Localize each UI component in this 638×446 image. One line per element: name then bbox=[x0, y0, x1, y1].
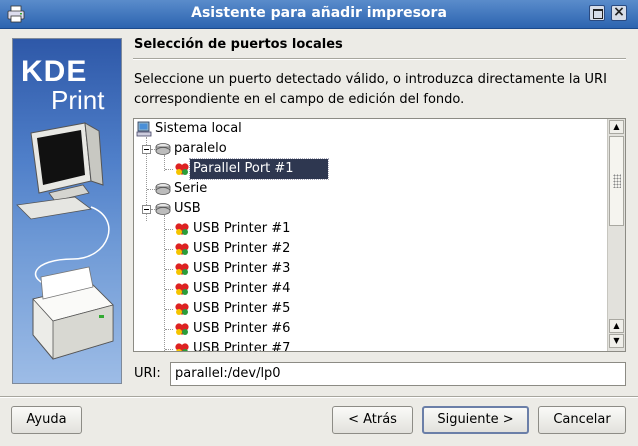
tree-connector bbox=[164, 215, 165, 351]
port-icon bbox=[155, 203, 171, 215]
kdeprint-side-banner: KDE Print bbox=[12, 38, 122, 384]
tree-item-label: USB Printer #3 bbox=[193, 261, 291, 276]
port-device-icon bbox=[175, 303, 189, 315]
tree-scrollbar[interactable]: ▲ ▲ ▼ bbox=[607, 119, 625, 351]
tree-connector bbox=[165, 309, 173, 310]
port-device-icon bbox=[175, 343, 189, 351]
port-device-icon bbox=[175, 163, 189, 175]
tree-connector bbox=[165, 289, 173, 290]
tree-connector bbox=[165, 249, 173, 250]
tree-item-label: Parallel Port #1 bbox=[189, 158, 329, 180]
tree-item-label: USB Printer #2 bbox=[193, 241, 291, 256]
scroll-down-button[interactable]: ▼ bbox=[609, 334, 624, 348]
arrow-down-icon: ▼ bbox=[613, 336, 620, 345]
title-bar[interactable]: Asistente para añadir impresora × bbox=[0, 0, 638, 29]
port-tree[interactable]: Sistema local paralelo Parallel Port #1 bbox=[133, 118, 626, 352]
footer-divider bbox=[0, 396, 638, 398]
tree-item-label: Sistema local bbox=[155, 121, 242, 136]
tree-item-label: USB Printer #1 bbox=[193, 221, 291, 236]
window-title: Asistente para añadir impresora bbox=[191, 5, 447, 21]
maximize-button[interactable] bbox=[589, 5, 605, 21]
scroll-thumb[interactable] bbox=[609, 136, 624, 226]
tree-item-label: paralelo bbox=[174, 141, 227, 156]
cancel-button[interactable]: Cancelar bbox=[538, 406, 626, 434]
help-button[interactable]: Ayuda bbox=[11, 406, 82, 434]
uri-label: URI: bbox=[134, 366, 161, 381]
port-device-icon bbox=[175, 263, 189, 275]
scroll-up-button[interactable]: ▲ bbox=[609, 120, 624, 134]
tree-connector bbox=[165, 269, 173, 270]
close-icon: × bbox=[613, 4, 625, 20]
tree-connector bbox=[165, 329, 173, 330]
port-device-icon bbox=[175, 323, 189, 335]
logo-kde-text: KDE bbox=[21, 55, 88, 88]
tree-connector bbox=[165, 169, 173, 170]
port-icon bbox=[155, 183, 171, 195]
arrow-up-icon: ▲ bbox=[613, 122, 620, 131]
section-divider bbox=[133, 58, 626, 60]
port-device-icon bbox=[175, 223, 189, 235]
tree-item-label: USB Printer #6 bbox=[193, 321, 291, 336]
tree-item-label: USB Printer #4 bbox=[193, 281, 291, 296]
tree-item-label: Serie bbox=[174, 181, 208, 196]
add-printer-wizard-window: Asistente para añadir impresora × KDE Pr… bbox=[0, 0, 638, 446]
scroll-up-button-2[interactable]: ▲ bbox=[609, 319, 624, 333]
section-title: Selección de puertos locales bbox=[134, 37, 343, 52]
close-button[interactable]: × bbox=[611, 4, 627, 21]
tree-item-label: USB Printer #7 bbox=[193, 341, 291, 352]
collapse-toggle[interactable] bbox=[142, 205, 151, 214]
arrow-up-icon: ▲ bbox=[613, 321, 620, 330]
tree-item-label: USB bbox=[174, 201, 201, 216]
grip-icon bbox=[613, 174, 621, 188]
description-text: Seleccione un puerto detectado válido, o… bbox=[134, 72, 607, 107]
computer-printer-illustration bbox=[16, 122, 114, 360]
tree-item-label: USB Printer #5 bbox=[193, 301, 291, 316]
next-button[interactable]: Siguiente > bbox=[422, 406, 529, 434]
uri-input[interactable]: parallel:/dev/lp0 bbox=[170, 362, 626, 386]
back-button[interactable]: < Atrás bbox=[332, 406, 413, 434]
tree-connector bbox=[165, 229, 173, 230]
port-device-icon bbox=[175, 243, 189, 255]
computer-icon bbox=[136, 121, 152, 137]
collapse-toggle[interactable] bbox=[142, 145, 151, 154]
port-device-icon bbox=[175, 283, 189, 295]
port-icon bbox=[155, 143, 171, 155]
tree-connector bbox=[165, 349, 173, 350]
kdeprint-logo: KDE Print bbox=[21, 55, 104, 114]
